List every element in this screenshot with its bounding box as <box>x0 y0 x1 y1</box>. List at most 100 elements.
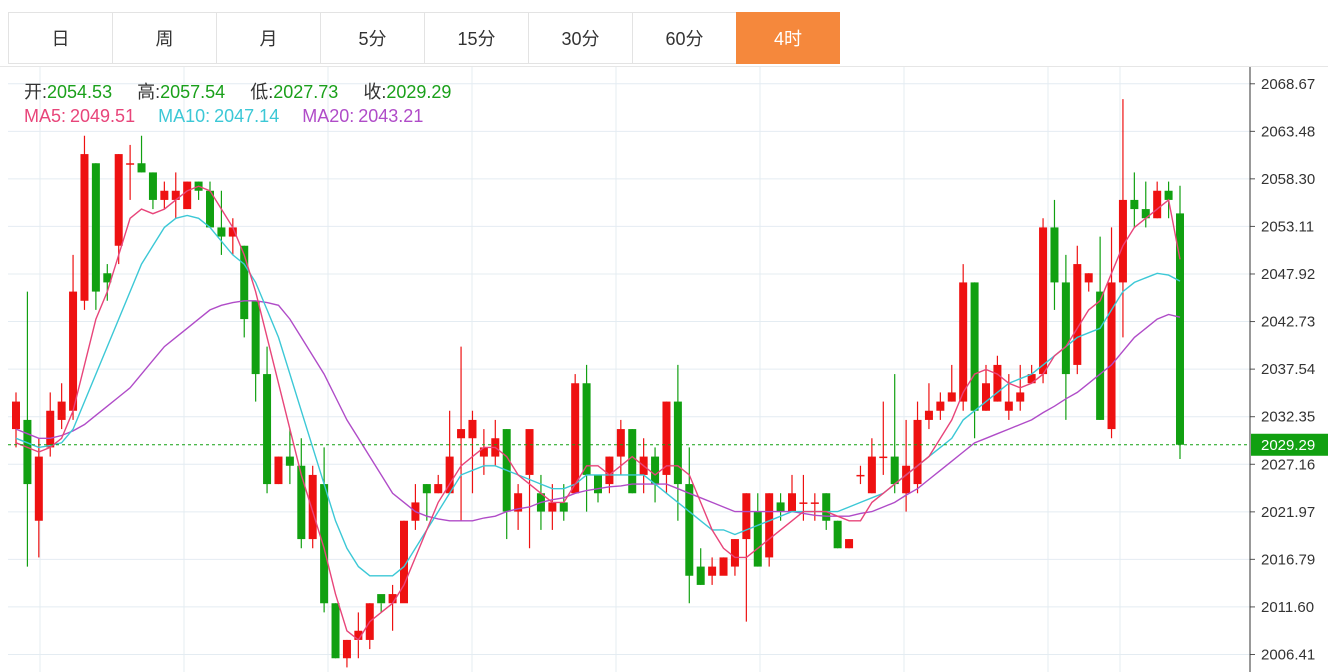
y-tick-label: 2053.11 <box>1261 218 1314 235</box>
candle-body <box>673 401 682 485</box>
candle-body <box>1061 282 1070 375</box>
tab-week[interactable]: 周 <box>112 12 216 64</box>
ma5-line <box>15 185 1181 641</box>
candle-body <box>753 511 762 567</box>
candle-body <box>160 190 169 200</box>
candle-body <box>114 154 123 246</box>
candle-body <box>685 484 694 576</box>
candle-body <box>91 163 100 292</box>
y-tick-label: 2058.30 <box>1261 171 1315 188</box>
close-value: 2029.29 <box>386 82 452 102</box>
open-value: 2054.53 <box>47 82 113 102</box>
candle-body <box>285 456 294 466</box>
candle-body <box>1004 401 1013 411</box>
y-tick-label: 2006.41 <box>1261 646 1315 663</box>
tab-month[interactable]: 月 <box>216 12 320 64</box>
candle-body <box>308 474 317 540</box>
candle-body <box>217 227 226 237</box>
candle-body <box>1130 199 1139 210</box>
y-tick-label: 2016.79 <box>1261 551 1315 568</box>
candle-body <box>1084 273 1093 283</box>
candle-body <box>263 374 272 485</box>
candle-body <box>1164 190 1173 200</box>
candle-body <box>377 594 386 604</box>
candle-body <box>993 364 1002 402</box>
candle-body <box>183 181 192 210</box>
tab-15min[interactable]: 15分 <box>424 12 528 64</box>
candle-body <box>1039 227 1048 375</box>
tab-30min[interactable]: 30分 <box>528 12 632 64</box>
tab-5min[interactable]: 5分 <box>320 12 424 64</box>
candle-body <box>765 493 774 558</box>
candle-body <box>651 456 660 485</box>
candle-body <box>788 493 796 512</box>
candle-body <box>936 401 945 411</box>
tab-4hour[interactable]: 4时 <box>736 12 840 64</box>
candle-body <box>616 429 625 457</box>
high-value: 2057.54 <box>160 82 226 102</box>
candle-body <box>1073 264 1082 365</box>
y-tick-label: 2063.48 <box>1261 123 1315 140</box>
ohlc-readout: 开:2054.53 高:2057.54 低:2027.73 收:2029.29 <box>24 78 471 104</box>
tab-day[interactable]: 日 <box>8 12 112 64</box>
candle-body <box>320 484 329 604</box>
candle-body <box>1096 291 1105 420</box>
close-label: 收: <box>363 82 387 102</box>
candle-body <box>1050 227 1059 283</box>
candle-body <box>468 419 477 439</box>
candle-body <box>696 566 705 585</box>
y-tick-label: 2027.16 <box>1261 456 1315 473</box>
y-tick-label: 2042.73 <box>1261 314 1315 331</box>
candle-body <box>34 456 43 521</box>
candle-body <box>719 557 728 576</box>
candle-body <box>137 163 146 173</box>
candle-body <box>845 539 854 549</box>
candle-body <box>902 465 911 494</box>
divider <box>0 66 1328 67</box>
candle-body <box>879 456 888 459</box>
candle-body <box>833 520 842 549</box>
candle-body <box>1016 392 1025 402</box>
high-label: 高: <box>137 82 161 102</box>
candle-body <box>274 456 283 485</box>
last-price-label: 2029.29 <box>1261 437 1315 454</box>
candle-body <box>69 291 78 411</box>
candle-body <box>80 154 89 301</box>
tab-60min[interactable]: 60分 <box>632 12 736 64</box>
candle-body <box>559 502 568 512</box>
candle-body <box>982 383 990 411</box>
candle-body <box>890 456 899 485</box>
candle-body <box>23 419 32 485</box>
low-label: 低: <box>250 82 274 102</box>
candle-body <box>12 401 20 430</box>
candle-body <box>126 163 135 165</box>
y-tick-label: 2011.60 <box>1261 599 1314 616</box>
ma-readout: MA5: 2049.51 MA10: 2047.14 MA20: 2043.21 <box>24 106 441 127</box>
candle-body <box>913 419 922 485</box>
candle-body <box>605 456 614 485</box>
candle-body <box>331 603 340 659</box>
candle-body <box>422 484 431 494</box>
candle-body <box>856 474 865 477</box>
y-tick-label: 2032.35 <box>1261 409 1315 426</box>
candle-body <box>1153 190 1162 219</box>
candle-body <box>799 502 808 504</box>
candle-body <box>730 539 739 567</box>
candle-body <box>708 566 717 576</box>
candle-body <box>46 410 55 448</box>
ma20-value: 2043.21 <box>358 106 424 126</box>
candle-body <box>810 502 819 504</box>
ma20-label: MA20: <box>302 106 355 126</box>
y-tick-label: 2021.97 <box>1261 504 1315 521</box>
candle-body <box>548 502 557 512</box>
ma5-label: MA5: <box>24 106 67 126</box>
candle-body <box>947 392 956 402</box>
ma5-value: 2049.51 <box>70 106 136 126</box>
open-label: 开: <box>24 82 48 102</box>
candle-body <box>959 282 968 402</box>
candle-body <box>57 401 66 420</box>
candle-body <box>970 282 979 411</box>
ma10-label: MA10: <box>158 106 211 126</box>
candle-body <box>662 401 671 475</box>
candle-body <box>525 429 534 475</box>
